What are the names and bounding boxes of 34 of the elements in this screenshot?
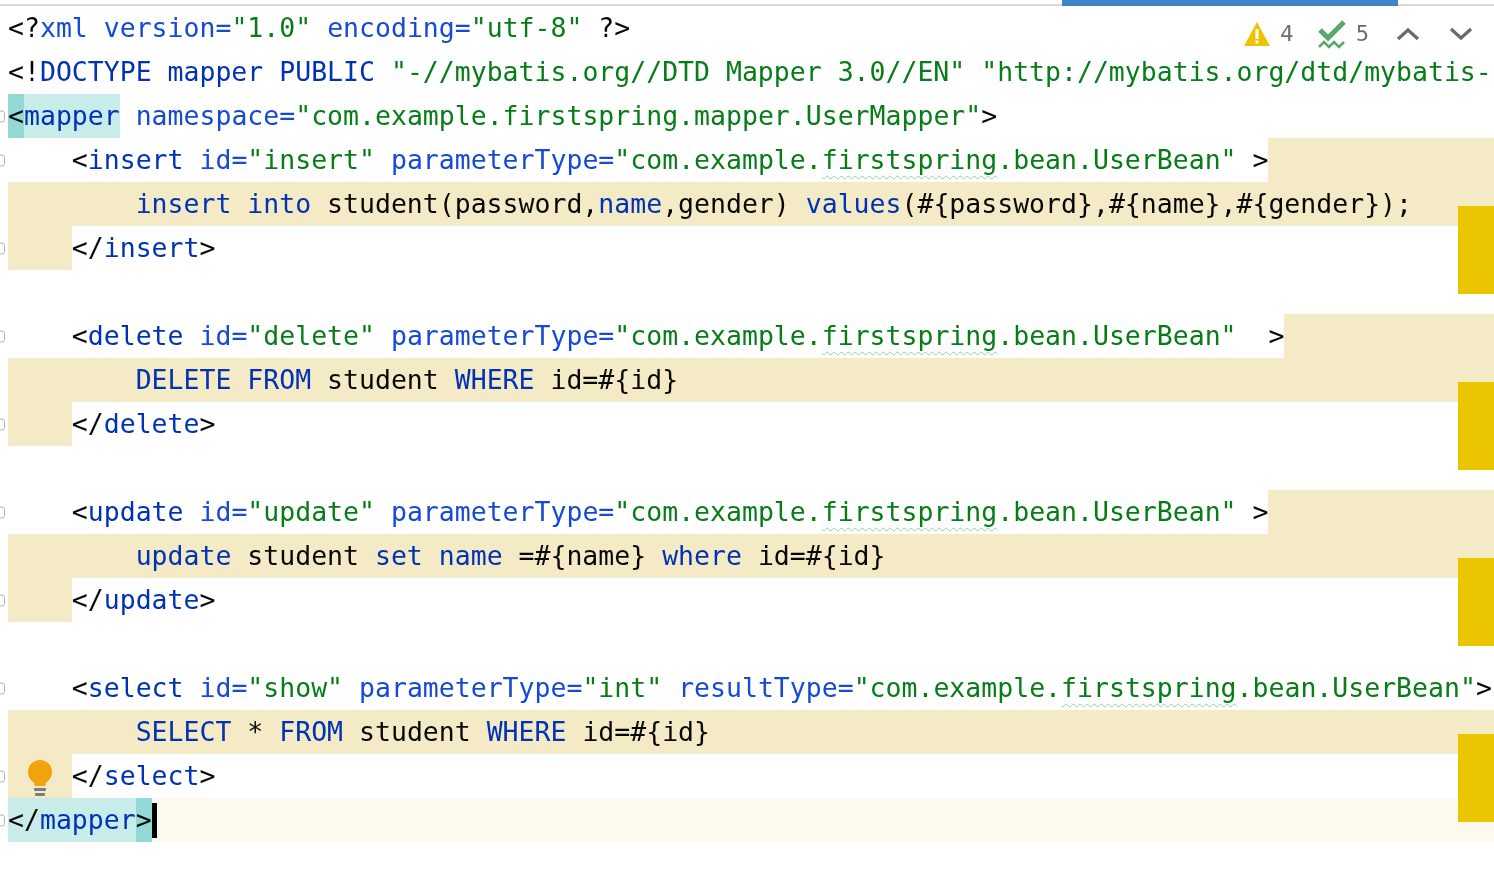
text-cursor bbox=[151, 802, 157, 838]
code-line: </insert> bbox=[71, 231, 216, 265]
fold-marker-icon[interactable] bbox=[0, 505, 5, 519]
code-line: <mapper namespace="com.example.firstspring.mapper.UserMapper"> bbox=[8, 94, 998, 138]
fold-marker-icon[interactable] bbox=[0, 593, 5, 607]
code-line: <!DOCTYPE mapper PUBLIC "-//mybatis.org//DTD Mapper 3.0//EN" "http://mybatis.org/dtd/mybatis- bbox=[8, 55, 1492, 89]
chevron-up-icon[interactable] bbox=[1396, 27, 1420, 41]
chevron-down-icon[interactable] bbox=[1449, 27, 1473, 41]
code-line: </select> bbox=[71, 759, 216, 793]
typo-count[interactable]: 5 bbox=[1355, 21, 1369, 47]
code-line: </update> bbox=[71, 583, 216, 617]
fold-marker-icon[interactable] bbox=[0, 417, 5, 431]
fold-marker-icon[interactable] bbox=[0, 813, 5, 827]
warning-count[interactable]: 4 bbox=[1280, 21, 1294, 47]
fold-marker-icon[interactable] bbox=[0, 329, 5, 343]
lightbulb-icon[interactable] bbox=[27, 760, 53, 797]
code-line: insert into student(password,name,gender) values(#{password},#{name},#{gender}); bbox=[135, 187, 1412, 221]
code-line: </mapper> bbox=[8, 798, 152, 842]
code-line: SELECT * FROM student WHERE id=#{id} bbox=[135, 715, 711, 749]
warning-icon[interactable] bbox=[1243, 21, 1272, 47]
code-line: <insert id="insert" parameterType="com.example.firstspring.bean.UserBean" > bbox=[71, 143, 1269, 177]
code-line: update student set name =#{name} where id=#{id} bbox=[135, 539, 886, 573]
fold-marker-icon[interactable] bbox=[0, 681, 5, 695]
code-line: <delete id="delete" parameterType="com.example.firstspring.bean.UserBean" > bbox=[71, 319, 1285, 353]
code-line: DELETE FROM student WHERE id=#{id} bbox=[135, 363, 679, 397]
fold-marker-icon[interactable] bbox=[0, 153, 5, 167]
check-squiggle-icon[interactable] bbox=[1316, 19, 1347, 49]
fold-marker-icon[interactable] bbox=[0, 769, 5, 783]
code-line: <select id="show" parameterType="int" resultType="com.example.firstspring.bean.UserBean"> bbox=[71, 671, 1492, 705]
fold-marker-icon[interactable] bbox=[0, 109, 5, 123]
fold-marker-icon[interactable] bbox=[0, 241, 5, 255]
code-line: <?xml version="1.0" encoding="utf-8" ?> bbox=[8, 11, 631, 45]
code-line: </delete> bbox=[71, 407, 216, 441]
code-line: <update id="update" parameterType="com.example.firstspring.bean.UserBean" > bbox=[71, 495, 1269, 529]
